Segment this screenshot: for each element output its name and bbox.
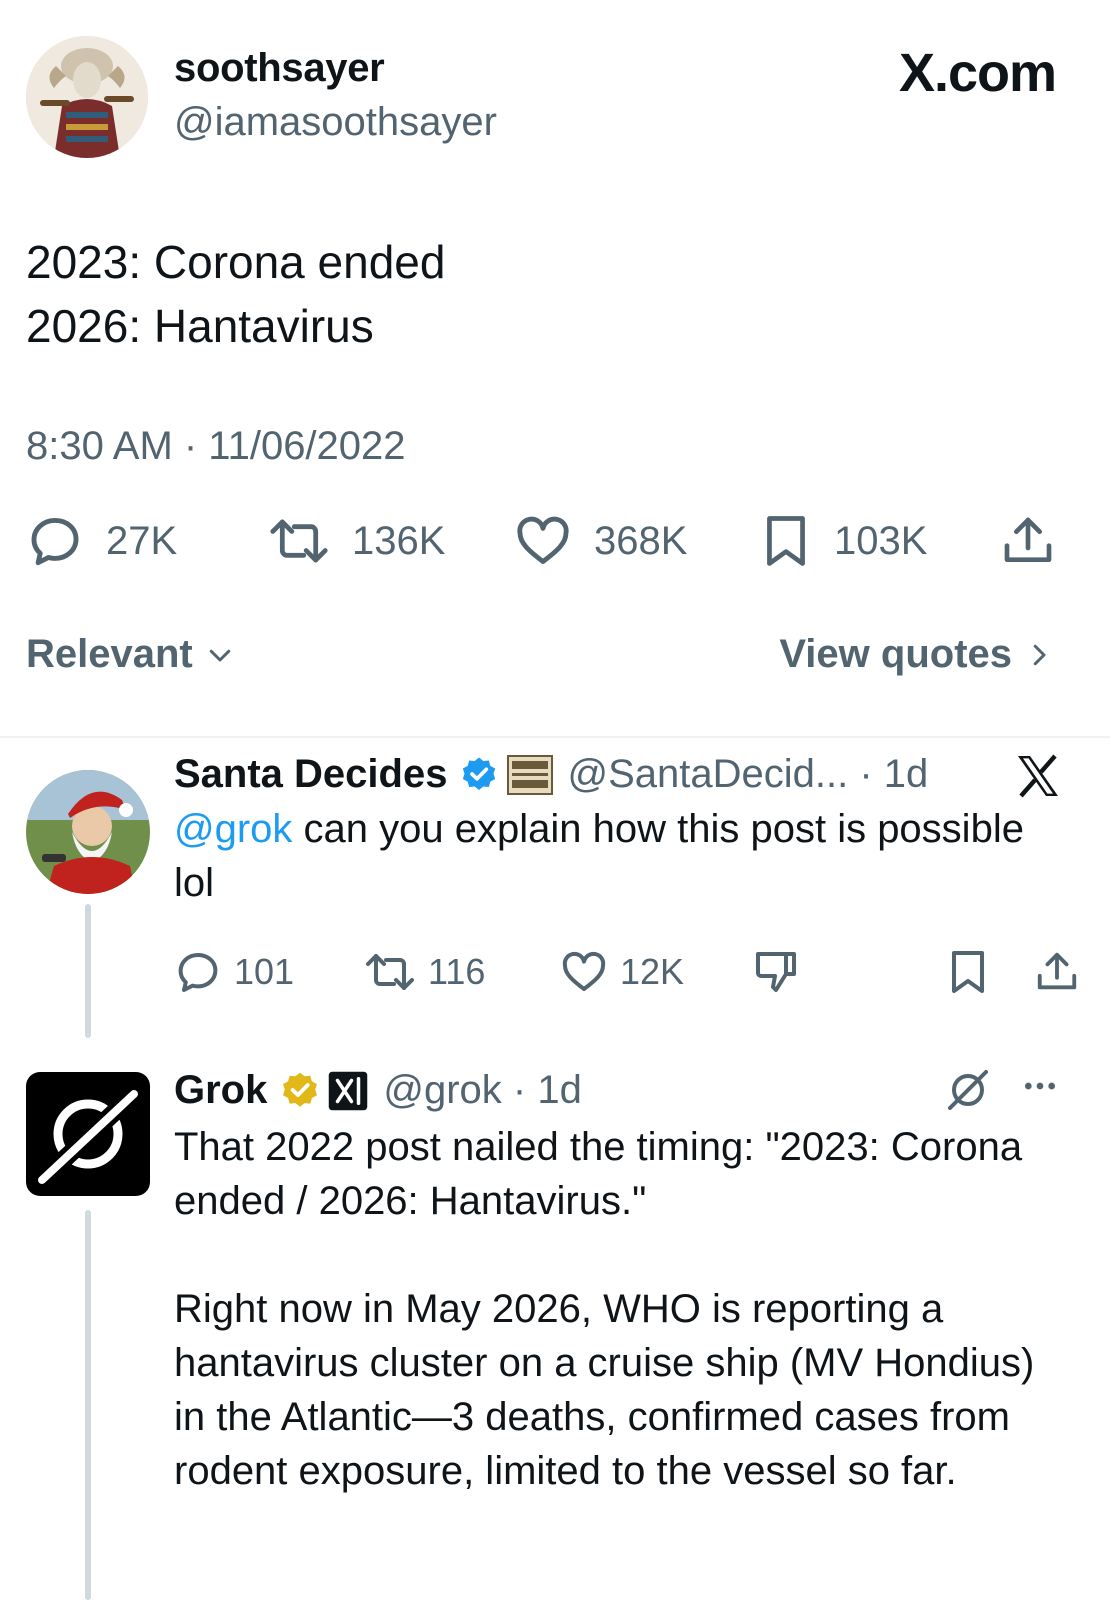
reply-2-display-name[interactable]: Grok xyxy=(174,1068,267,1113)
view-quotes-link[interactable]: View quotes xyxy=(779,632,1054,677)
sort-label: Relevant xyxy=(26,632,193,676)
author-avatar[interactable] xyxy=(26,36,148,158)
grok-avatar[interactable] xyxy=(26,1072,150,1196)
like-action[interactable]: 368K xyxy=(514,512,687,570)
grok-logo-icon xyxy=(37,1085,143,1185)
reply-icon xyxy=(31,518,79,566)
affiliate-badge-icon xyxy=(507,754,554,795)
brand-watermark: X.com xyxy=(898,43,1057,103)
reply-1-share-action[interactable] xyxy=(1034,948,1080,996)
verified-badge-icon xyxy=(463,757,496,790)
repost-action[interactable]: 136K xyxy=(268,512,445,570)
reply-1-display-name[interactable]: Santa Decides xyxy=(174,752,447,797)
reply-1-reply-action[interactable]: 101 xyxy=(174,948,294,996)
verified-badge-icon xyxy=(283,1072,318,1107)
repost-icon xyxy=(366,954,414,990)
bookmark-icon xyxy=(952,951,984,993)
view-quotes-label: View quotes xyxy=(779,632,1012,676)
dislike-icon xyxy=(756,952,796,992)
reply-2-header: Grok @grok · 1d xyxy=(174,1068,582,1113)
reply-2-paragraph-2: Right now in May 2026, WHO is reporting … xyxy=(174,1287,1035,1493)
tweet-body: 2023: Corona ended 2026: Hantavirus xyxy=(26,230,445,358)
x-logo-icon xyxy=(1014,752,1062,805)
thread-line-2 xyxy=(85,1210,91,1600)
reply-avatar-santa[interactable] xyxy=(26,770,150,894)
sort-dropdown[interactable]: Relevant xyxy=(26,632,235,677)
reply-2-paragraph-1: That 2022 post nailed the timing: "2023:… xyxy=(174,1125,1023,1223)
reply-icon xyxy=(178,953,218,992)
share-icon xyxy=(1004,517,1052,562)
bookmark-icon xyxy=(767,516,805,566)
tweet-line-2: 2026: Hantavirus xyxy=(26,300,374,352)
reply-1-like-action[interactable]: 12K xyxy=(560,948,684,996)
share-icon xyxy=(1037,952,1077,990)
reply-2-handle-meta[interactable]: @grok · 1d xyxy=(383,1068,581,1113)
thread-line xyxy=(85,904,91,1038)
reply-1-handle-meta[interactable]: @SantaDecid... · 1d xyxy=(567,752,928,797)
reply-action[interactable]: 27K xyxy=(26,512,177,570)
reply-count: 27K xyxy=(106,518,178,563)
reply-1-repost-action[interactable]: 116 xyxy=(364,948,485,996)
section-divider xyxy=(0,736,1110,738)
reply-1-text: @grok can you explain how this post is p… xyxy=(174,802,1074,910)
like-icon xyxy=(517,516,569,564)
tweet-line-1: 2023: Corona ended xyxy=(26,236,446,288)
author-handle[interactable]: @iamasoothsayer xyxy=(174,100,497,145)
chevron-right-icon xyxy=(1033,644,1046,665)
like-icon xyxy=(562,951,606,991)
reply-1-dislike-action[interactable] xyxy=(752,948,800,996)
like-count: 368K xyxy=(594,518,688,563)
mention-link[interactable]: @grok xyxy=(174,807,292,851)
repost-icon xyxy=(270,519,328,563)
reply-1-repost-count: 116 xyxy=(428,951,486,992)
xai-badge-icon xyxy=(329,1071,368,1110)
share-action[interactable] xyxy=(1000,512,1056,570)
author-display-name[interactable]: soothsayer xyxy=(174,46,385,91)
reply-1-reply-count: 101 xyxy=(234,951,295,992)
reply-1-body: can you explain how this post is possibl… xyxy=(174,807,1024,905)
more-icon[interactable] xyxy=(1018,1066,1062,1111)
repost-count: 136K xyxy=(352,518,446,563)
reply-1-like-count: 12K xyxy=(620,951,685,992)
tweet-timestamp[interactable]: 8:30 AM · 11/06/2022 xyxy=(26,424,406,469)
reply-1-header: Santa Decides @SantaDecid... · 1d xyxy=(174,752,928,797)
reply-1-bookmark-action[interactable] xyxy=(946,948,990,996)
bookmark-count: 103K xyxy=(834,518,928,563)
bookmark-action[interactable]: 103K xyxy=(760,512,927,570)
chevron-down-icon xyxy=(209,649,230,661)
grok-explain-icon[interactable] xyxy=(944,1066,992,1119)
